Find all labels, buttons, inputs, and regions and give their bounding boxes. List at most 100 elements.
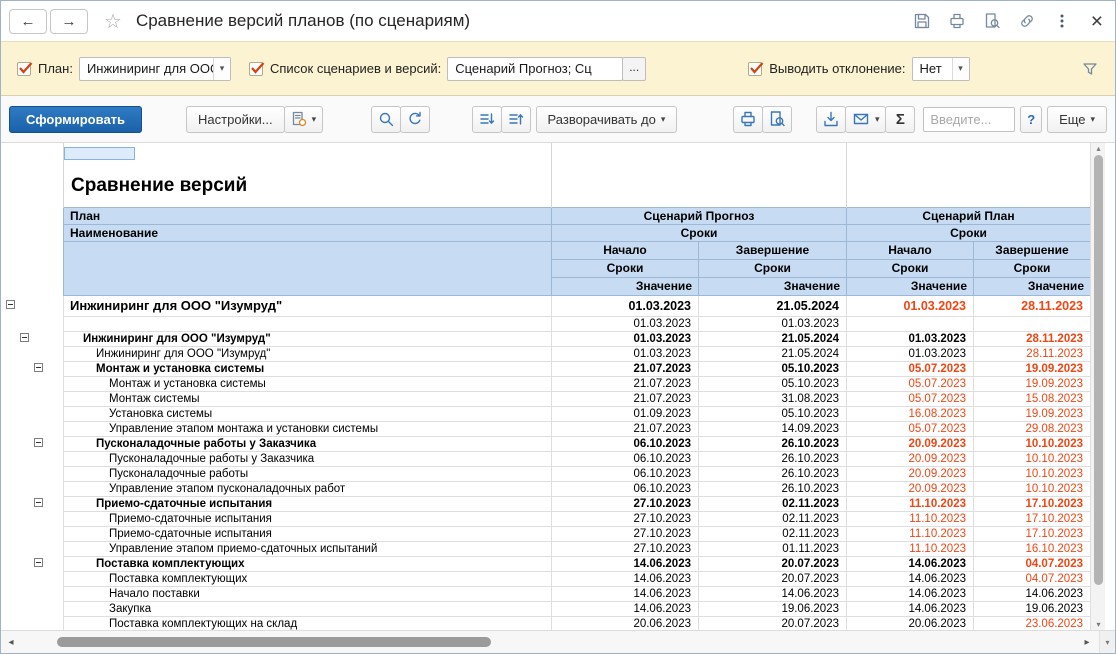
row-name-cell[interactable]: Монтаж и установка системы	[64, 361, 552, 376]
row-value-cell[interactable]: 06.10.2023	[552, 481, 699, 496]
save-button[interactable]	[912, 11, 932, 31]
row-name-cell[interactable]: Инжиниринг для ООО "Изумруд"	[64, 295, 552, 316]
row-value-cell[interactable]: 14.06.2023	[847, 571, 974, 586]
row-name-cell[interactable]: Приемо-сдаточные испытания	[64, 526, 552, 541]
spreadsheet[interactable]: Сравнение версий План Сценарий Прогноз С…	[63, 143, 1090, 630]
row-value-cell[interactable]: 01.03.2023	[552, 316, 699, 331]
print-preview-button[interactable]	[982, 11, 1002, 31]
scrollbar-corner[interactable]: ▾	[1099, 631, 1115, 653]
header-terms[interactable]: Сроки	[847, 259, 974, 277]
row-value-cell[interactable]: 10.10.2023	[974, 466, 1091, 481]
row-value-cell[interactable]: 14.06.2023	[847, 556, 974, 571]
row-value-cell[interactable]	[974, 316, 1091, 331]
row-value-cell[interactable]: 20.09.2023	[847, 436, 974, 451]
row-value-cell[interactable]: 20.07.2023	[699, 616, 847, 630]
row-value-cell[interactable]: 06.10.2023	[552, 466, 699, 481]
preview-report-button[interactable]	[762, 106, 792, 133]
row-value-cell[interactable]: 21.05.2024	[699, 346, 847, 361]
row-value-cell[interactable]: 29.08.2023	[974, 421, 1091, 436]
sum-button[interactable]: Σ	[885, 106, 915, 133]
row-value-cell[interactable]: 19.09.2023	[974, 406, 1091, 421]
row-value-cell[interactable]: 05.10.2023	[699, 376, 847, 391]
export-button[interactable]	[816, 106, 846, 133]
row-value-cell[interactable]: 19.06.2023	[974, 601, 1091, 616]
row-value-cell[interactable]: 01.09.2023	[552, 406, 699, 421]
header-end[interactable]: Завершение	[699, 241, 847, 259]
row-name-cell[interactable]: Поставка комплектующих на склад	[64, 616, 552, 630]
selected-cell[interactable]	[64, 147, 135, 160]
row-value-cell[interactable]: 05.07.2023	[847, 421, 974, 436]
row-value-cell[interactable]: 10.10.2023	[974, 436, 1091, 451]
row-name-cell[interactable]: Управление этапом пусконаладочных работ	[64, 481, 552, 496]
row-value-cell[interactable]: 17.10.2023	[974, 496, 1091, 511]
row-value-cell[interactable]: 14.06.2023	[552, 571, 699, 586]
header-scenario-forecast[interactable]: Сценарий Прогноз	[552, 207, 847, 224]
row-value-cell[interactable]: 01.03.2023	[847, 295, 974, 316]
scroll-up-icon[interactable]: ▴	[1091, 144, 1106, 153]
header-value[interactable]: Значение	[974, 277, 1091, 295]
row-value-cell[interactable]: 17.10.2023	[974, 511, 1091, 526]
row-value-cell[interactable]: 16.10.2023	[974, 541, 1091, 556]
header-scenario-plan[interactable]: Сценарий План	[847, 207, 1091, 224]
row-value-cell[interactable]: 21.07.2023	[552, 376, 699, 391]
row-name-cell[interactable]: Управление этапом приемо-сдаточных испыт…	[64, 541, 552, 556]
find-button[interactable]	[371, 106, 401, 133]
report-variant-button[interactable]: ▾	[284, 106, 324, 133]
plan-checkbox[interactable]	[17, 62, 31, 76]
chevron-down-icon[interactable]: ▾	[952, 58, 969, 80]
row-value-cell[interactable]: 27.10.2023	[552, 511, 699, 526]
row-value-cell[interactable]: 20.07.2023	[699, 556, 847, 571]
row-value-cell[interactable]: 14.09.2023	[699, 421, 847, 436]
header-value[interactable]: Значение	[847, 277, 974, 295]
row-value-cell[interactable]: 14.06.2023	[552, 556, 699, 571]
row-value-cell[interactable]: 11.10.2023	[847, 526, 974, 541]
close-button[interactable]: ×	[1091, 11, 1103, 32]
row-name-cell[interactable]: Инжиниринг для ООО "Изумруд"	[64, 331, 552, 346]
row-name-cell[interactable]	[64, 316, 552, 331]
header-terms[interactable]: Сроки	[974, 259, 1091, 277]
row-value-cell[interactable]: 23.06.2023	[974, 616, 1091, 630]
row-name-cell[interactable]: Инжиниринг для ООО "Изумруд"	[64, 346, 552, 361]
row-value-cell[interactable]: 05.07.2023	[847, 391, 974, 406]
collapse-group-button[interactable]	[6, 300, 15, 309]
scenarios-checkbox[interactable]	[249, 62, 263, 76]
scenarios-field[interactable]: Сценарий Прогноз; Сц	[447, 57, 623, 81]
row-value-cell[interactable]: 11.10.2023	[847, 496, 974, 511]
collapse-group-button[interactable]	[34, 438, 43, 447]
collapse-group-button[interactable]	[34, 498, 43, 507]
row-value-cell[interactable]: 01.03.2023	[847, 331, 974, 346]
row-value-cell[interactable]: 19.09.2023	[974, 361, 1091, 376]
get-link-button[interactable]	[1017, 11, 1037, 31]
header-value[interactable]: Значение	[552, 277, 699, 295]
row-value-cell[interactable]: 21.07.2023	[552, 361, 699, 376]
collapse-group-button[interactable]	[34, 558, 43, 567]
row-name-cell[interactable]: Пусконаладочные работы	[64, 466, 552, 481]
collapse-groups-button[interactable]	[472, 106, 502, 133]
row-value-cell[interactable]: 28.11.2023	[974, 331, 1091, 346]
row-name-cell[interactable]: Пусконаладочные работы у Заказчика	[64, 451, 552, 466]
row-name-cell[interactable]: Приемо-сдаточные испытания	[64, 496, 552, 511]
row-value-cell[interactable]: 16.08.2023	[847, 406, 974, 421]
row-value-cell[interactable]: 02.11.2023	[699, 511, 847, 526]
row-value-cell[interactable]: 06.10.2023	[552, 436, 699, 451]
row-value-cell[interactable]: 26.10.2023	[699, 451, 847, 466]
row-value-cell[interactable]: 20.06.2023	[847, 616, 974, 630]
row-value-cell[interactable]: 01.03.2023	[552, 295, 699, 316]
row-value-cell[interactable]: 14.06.2023	[699, 586, 847, 601]
favorite-star-icon[interactable]: ☆	[104, 9, 122, 34]
row-value-cell[interactable]	[847, 316, 974, 331]
row-value-cell[interactable]: 14.06.2023	[552, 601, 699, 616]
row-value-cell[interactable]: 01.03.2023	[552, 331, 699, 346]
row-value-cell[interactable]: 21.05.2024	[699, 331, 847, 346]
chevron-down-icon[interactable]: ▾	[213, 58, 230, 80]
row-value-cell[interactable]: 20.09.2023	[847, 481, 974, 496]
row-value-cell[interactable]: 05.10.2023	[699, 361, 847, 376]
row-value-cell[interactable]: 01.11.2023	[699, 541, 847, 556]
row-value-cell[interactable]: 21.05.2024	[699, 295, 847, 316]
row-value-cell[interactable]: 04.07.2023	[974, 571, 1091, 586]
row-name-cell[interactable]: Пусконаладочные работы у Заказчика	[64, 436, 552, 451]
row-value-cell[interactable]: 28.11.2023	[974, 295, 1091, 316]
row-value-cell[interactable]: 05.07.2023	[847, 376, 974, 391]
collapse-group-button[interactable]	[20, 333, 29, 342]
row-value-cell[interactable]: 04.07.2023	[974, 556, 1091, 571]
